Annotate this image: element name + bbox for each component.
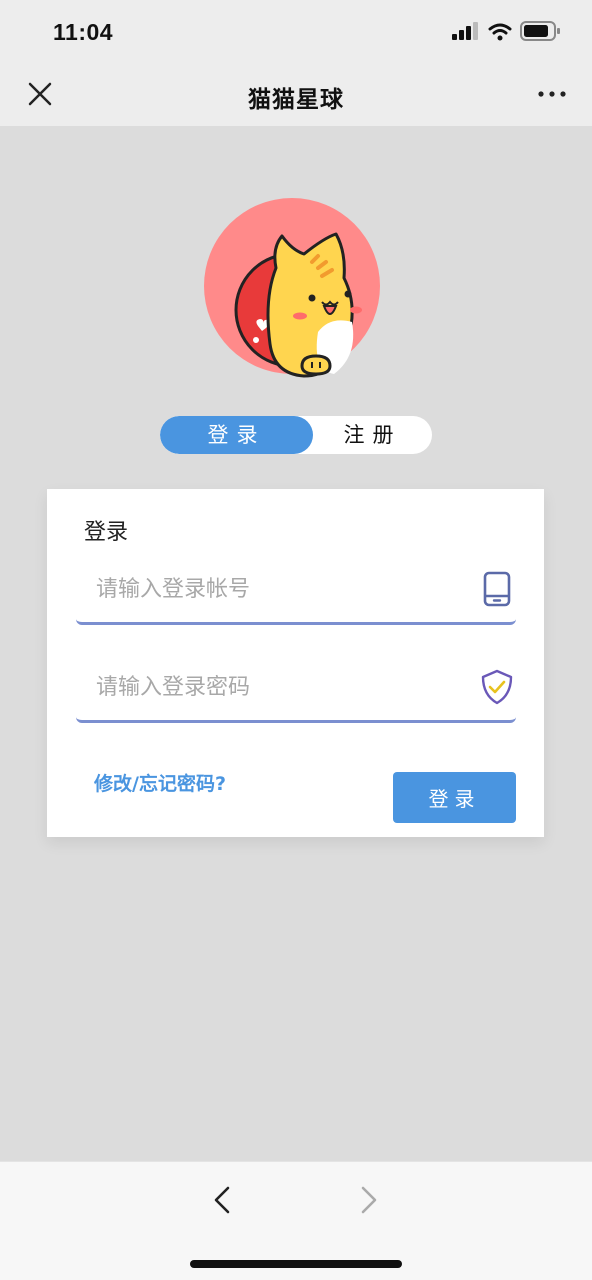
tab-login[interactable]: 登录 bbox=[160, 416, 313, 454]
login-button[interactable]: 登录 bbox=[393, 772, 516, 823]
chevron-right-icon[interactable] bbox=[350, 1182, 386, 1218]
password-input[interactable] bbox=[96, 669, 466, 705]
battery-icon bbox=[520, 21, 560, 41]
chevron-left-icon[interactable] bbox=[205, 1182, 241, 1218]
password-field bbox=[76, 651, 516, 723]
login-card: 登录 修改/忘记密码? 登录 bbox=[47, 489, 544, 837]
account-field bbox=[76, 553, 516, 625]
card-title: 登录 bbox=[84, 520, 129, 545]
status-bar: 11:04 bbox=[0, 0, 592, 62]
signal-icon bbox=[452, 22, 478, 40]
wifi-icon bbox=[488, 23, 512, 41]
page-title: 猫猫星球 bbox=[248, 87, 344, 113]
shield-check-icon bbox=[480, 669, 514, 705]
auth-tabs: 登录 注册 bbox=[160, 416, 432, 454]
home-indicator[interactable] bbox=[190, 1260, 402, 1268]
more-icon[interactable] bbox=[534, 76, 570, 112]
phone-icon bbox=[480, 571, 514, 607]
status-time: 11:04 bbox=[53, 19, 114, 45]
account-input[interactable] bbox=[96, 571, 466, 607]
forgot-password-link[interactable]: 修改/忘记密码? bbox=[94, 769, 226, 796]
nav-bar: 猫猫星球 bbox=[0, 62, 592, 126]
status-icons bbox=[452, 20, 562, 46]
tab-register[interactable]: 注册 bbox=[313, 416, 432, 454]
cat-avatar-icon bbox=[200, 198, 390, 388]
